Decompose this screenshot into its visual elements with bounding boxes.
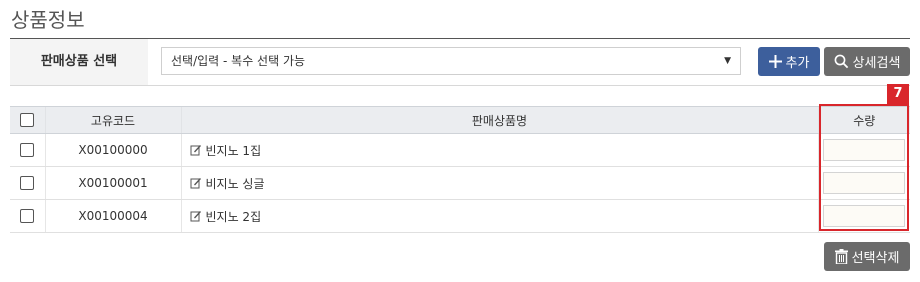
product-select-value: 선택/입력 - 복수 선택 가능 [171,54,306,68]
select-all-checkbox[interactable] [20,113,35,128]
row-checkbox[interactable] [20,176,35,191]
chevron-down-icon: ▼ [724,56,731,66]
edit-icon[interactable] [190,177,202,189]
quantity-input[interactable] [823,205,906,227]
detail-search-button[interactable]: 상세검색 [824,47,910,76]
row-product-name: 빈지노 2집 [205,209,262,224]
table-row: X00100001 비지노 싱글 [10,166,910,200]
delete-selected-button[interactable]: 선택삭제 [824,242,910,271]
edit-icon[interactable] [190,144,202,156]
row-product-name: 빈지노 1집 [205,143,262,158]
header-code: 고유코드 [44,106,181,134]
product-select-label: 판매상품 선택 [10,39,148,85]
product-select-row: 판매상품 선택 선택/입력 - 복수 선택 가능 ▼ 추가 상세검색 [10,39,910,86]
row-checkbox[interactable] [20,143,35,158]
trash-icon [834,249,848,264]
row-code: X00100001 [44,166,181,200]
table-row: X00100004 빈지노 2집 [10,199,910,233]
row-code: X00100000 [44,133,181,167]
add-button[interactable]: 추가 [758,47,820,76]
table-header-row: 고유코드 판매상품명 수량 [10,106,910,134]
header-quantity: 수량 [817,106,910,134]
header-select-all-cell [10,106,45,134]
product-select-dropdown[interactable]: 선택/입력 - 복수 선택 가능 ▼ [161,47,741,75]
row-code: X00100004 [44,199,181,233]
delete-selected-label: 선택삭제 [851,251,900,266]
quantity-input[interactable] [823,139,906,161]
plus-icon [768,55,782,68]
search-icon [834,54,848,69]
table-row: X00100000 빈지노 1집 [10,133,910,167]
step-badge: 7 [887,84,909,104]
page-title: 상품정보 [11,8,85,32]
row-product-name: 비지노 싱글 [205,176,265,191]
add-button-label: 추가 [785,56,810,71]
product-table: 고유코드 판매상품명 수량 X00100000 빈지노 1집 X00100001… [10,106,910,233]
edit-icon[interactable] [190,210,202,222]
row-checkbox[interactable] [20,209,35,224]
quantity-input[interactable] [823,172,906,194]
header-product-name: 판매상품명 [180,106,818,134]
detail-search-label: 상세검색 [852,56,901,71]
